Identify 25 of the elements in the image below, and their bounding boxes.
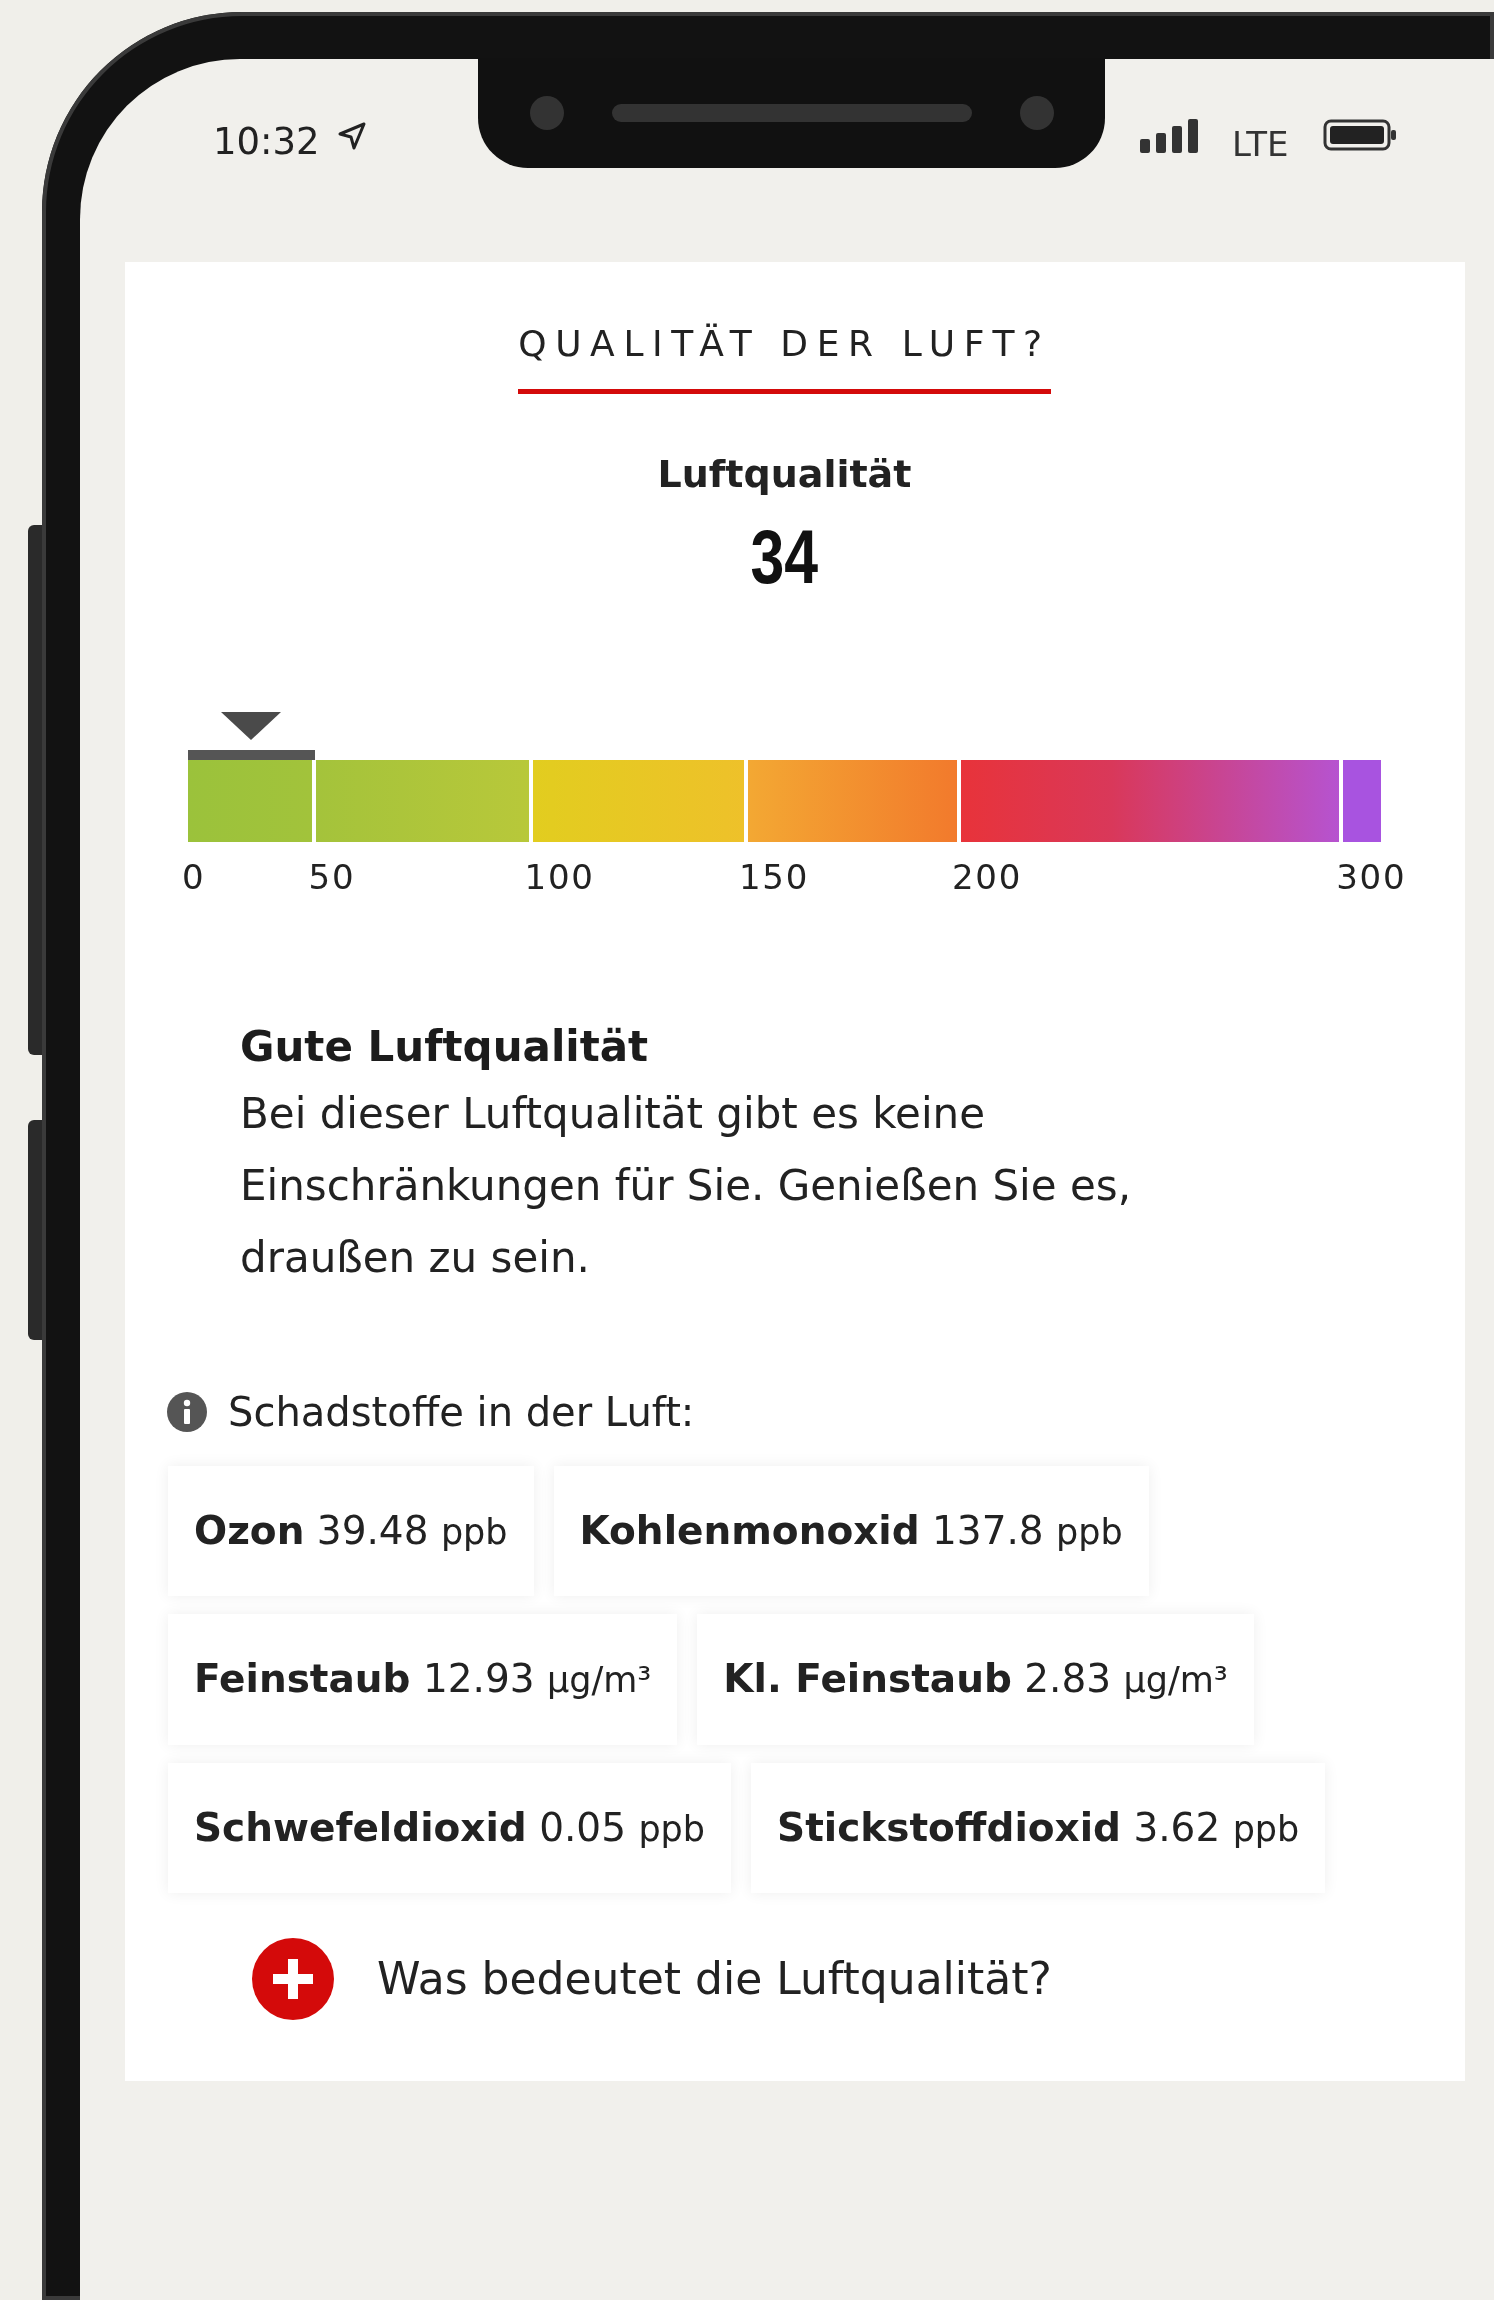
signal-icon (1140, 119, 1198, 153)
aqi-label: Luftqualität (657, 452, 912, 496)
pollutant-reading: Feinstaub 12.93 µg/m³ (168, 1614, 678, 1745)
air-quality-info-button[interactable]: Was bedeutet die Luftqualität? (251, 1937, 1052, 2022)
pollutant-reading: Kl. Feinstaub 2.83 µg/m³ (697, 1614, 1254, 1745)
battery-icon (1322, 119, 1397, 151)
pollutant-reading: Schwefeldioxid 0.05 ppb (168, 1762, 732, 1894)
scale-tick-label: 0 (182, 856, 206, 897)
scale-tick-label: 300 (1336, 856, 1407, 897)
description-text: Bei dieser Luftqualität gibt es keine Einschränkungen für Sie. Genießen Sie es, draußen zu sein. (240, 1087, 1133, 1284)
scale-tick-label: 150 (739, 856, 810, 897)
info-icon (166, 1390, 208, 1433)
pollutant-reading: Ozon 39.48 ppb (168, 1465, 534, 1597)
scale-tick-label: 50 (308, 856, 356, 897)
network-label: LTE (1232, 123, 1289, 166)
pollutant-reading: Stickstoffdioxid 3.62 ppb (751, 1762, 1326, 1894)
status-time: 10:32 (213, 119, 320, 165)
scale-tick-label: 100 (524, 856, 595, 897)
pollutants-heading: Schadstoffe in der Luft: (228, 1387, 695, 1437)
section-title: QUALITÄT DER LUFT? (518, 317, 1051, 394)
description-heading: Gute Luftqualität (240, 1020, 650, 1073)
pollutant-reading: Kohlenmonoxid 137.8 ppb (553, 1465, 1149, 1597)
aqi-value: 34 (750, 515, 819, 599)
plus-icon (251, 1937, 335, 2022)
scale-tick-label: 200 (952, 856, 1022, 897)
